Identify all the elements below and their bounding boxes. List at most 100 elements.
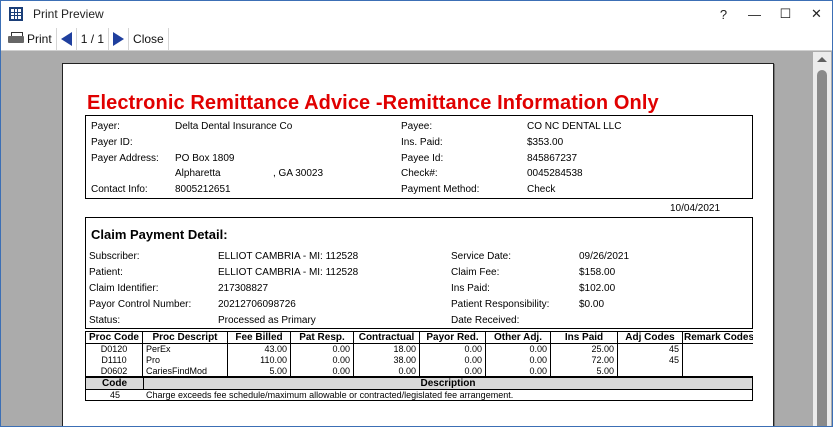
page-indicator: 1 / 1 — [77, 27, 110, 50]
payee-id-label: Payee Id: — [401, 153, 444, 164]
cell-adj-codes — [617, 365, 683, 376]
payer-info-box: Payer: Delta Dental Insurance Co Payer I… — [85, 115, 753, 199]
table-row: D0120 PerEx 43.00 0.00 18.00 0.00 0.00 2… — [85, 343, 753, 355]
payee-id-value: 845867237 — [527, 153, 578, 164]
col-description: Description — [420, 378, 476, 389]
cell-description: Charge exceeds fee schedule/maximum allo… — [146, 390, 514, 400]
col-pat-resp: Pat Resp. — [290, 331, 354, 344]
col-other-adj: Other Adj. — [485, 331, 551, 344]
payor-control-label: Payor Control Number: — [89, 299, 192, 310]
cell-payor-red: 0.00 — [419, 354, 486, 366]
cell-remark-codes — [682, 365, 753, 376]
status-value: Processed as Primary — [218, 315, 316, 326]
payer-label: Payer: — [91, 121, 120, 132]
payment-method-label: Payment Method: — [401, 184, 480, 195]
cell-other-adj: 0.00 — [485, 354, 551, 366]
cell-adj-codes: 45 — [617, 343, 683, 355]
print-button[interactable]: Print — [4, 27, 57, 50]
code-description-header: Code Description — [86, 378, 752, 390]
col-proc-descript: Proc Descript — [142, 331, 228, 344]
cell-contractual: 0.00 — [353, 365, 420, 376]
col-adj-codes: Adj Codes — [617, 331, 683, 344]
report-date: 10/04/2021 — [670, 203, 721, 214]
col-fee-billed: Fee Billed — [227, 331, 291, 344]
arrow-right-icon — [113, 31, 125, 46]
close-window-button[interactable]: ✕ — [801, 1, 832, 27]
window-title: Print Preview — [33, 7, 104, 21]
cell-pat-resp: 0.00 — [290, 365, 354, 376]
cell-ins-paid: 72.00 — [550, 354, 618, 366]
code-description-table: Code Description 45 Charge exceeds fee s… — [85, 377, 753, 401]
cell-proc-code: D0120 — [85, 343, 143, 355]
cell-proc-descript: CariesFindMod — [142, 365, 228, 376]
payer-address-state-zip: , GA 30023 — [273, 168, 324, 179]
claim-ins-paid-value: $102.00 — [579, 283, 616, 294]
date-received-label: Date Received: — [451, 315, 520, 326]
col-payor-red: Payor Red. — [419, 331, 486, 344]
maximize-button[interactable]: ☐ — [770, 1, 801, 27]
arrow-left-icon — [60, 31, 72, 46]
scroll-thumb[interactable] — [817, 70, 827, 426]
previous-page-button[interactable] — [57, 27, 77, 50]
report-title: Electronic Remittance Advice -Remittance… — [87, 92, 659, 114]
check-value: 0045284538 — [527, 168, 583, 179]
subscriber-label: Subscriber: — [89, 251, 140, 262]
payer-address-label: Payer Address: — [91, 153, 159, 164]
col-proc-code: Proc Code — [85, 331, 143, 344]
cell-payor-red: 0.00 — [419, 365, 486, 376]
status-label: Status: — [89, 315, 121, 326]
claim-detail-box: Claim Payment Detail: Subscriber: ELLIOT… — [85, 217, 753, 329]
cell-code: 45 — [109, 390, 120, 400]
claim-identifier-value: 217308827 — [218, 283, 269, 294]
cell-pat-resp: 0.00 — [290, 343, 354, 355]
payer-address-line1: PO Box 1809 — [175, 153, 235, 164]
cell-proc-descript: Pro — [142, 354, 228, 366]
vertical-scrollbar[interactable] — [813, 52, 831, 426]
cell-payor-red: 0.00 — [419, 343, 486, 355]
app-grid-icon — [9, 7, 23, 21]
close-button[interactable]: Close — [129, 27, 169, 50]
claim-identifier-label: Claim Identifier: — [89, 283, 159, 294]
cell-other-adj: 0.00 — [485, 343, 551, 355]
contact-value: 8005212651 — [175, 184, 231, 195]
minimize-button[interactable]: — — [739, 1, 770, 27]
scroll-up-arrow-icon[interactable] — [817, 57, 827, 62]
print-preview-window: Print Preview ? — ☐ ✕ Print 1 / 1 Close … — [0, 0, 833, 427]
service-date-label: Service Date: — [451, 251, 512, 262]
toolbar: Print 1 / 1 Close — [1, 27, 832, 51]
cell-fee-billed: 43.00 — [227, 343, 291, 355]
payment-method-value: Check — [527, 184, 556, 195]
cell-remark-codes — [682, 343, 753, 355]
patient-responsibility-label: Patient Responsibility: — [451, 299, 550, 310]
ins-paid-value: $353.00 — [527, 137, 564, 148]
claim-fee-label: Claim Fee: — [451, 267, 500, 278]
payer-address-city: Alpharetta — [175, 168, 221, 179]
payor-control-value: 20212706098726 — [218, 299, 296, 310]
table-row: D1110 Pro 110.00 0.00 38.00 0.00 0.00 72… — [85, 354, 753, 366]
cell-proc-descript: PerEx — [142, 343, 228, 355]
payee-label: Payee: — [401, 121, 433, 132]
table-row: 45 Charge exceeds fee schedule/maximum a… — [86, 390, 752, 401]
service-date-value: 09/26/2021 — [579, 251, 630, 262]
cell-contractual: 38.00 — [353, 354, 420, 366]
cell-ins-paid: 25.00 — [550, 343, 618, 355]
table-row: D0602 CariesFindMod 5.00 0.00 0.00 0.00 … — [85, 365, 753, 376]
payee-value: CO NC DENTAL LLC — [527, 121, 622, 132]
help-button[interactable]: ? — [708, 1, 739, 27]
cell-fee-billed: 5.00 — [227, 365, 291, 376]
col-remark-codes: Remark Codes — [682, 331, 753, 344]
subscriber-value: ELLIOT CAMBRIA - MI: 112528 — [218, 251, 359, 262]
printer-icon — [8, 32, 24, 45]
cell-pat-resp: 0.00 — [290, 354, 354, 366]
col-contractual: Contractual — [353, 331, 420, 344]
payer-id-label: Payer ID: — [91, 137, 133, 148]
patient-label: Patient: — [89, 267, 123, 278]
claim-section-title: Claim Payment Detail: — [91, 227, 228, 242]
title-bar: Print Preview ? — ☐ ✕ — [1, 1, 832, 27]
cell-remark-codes — [682, 354, 753, 366]
procedure-table: Proc Code Proc Descript Fee Billed Pat R… — [85, 331, 753, 377]
next-page-button[interactable] — [109, 27, 130, 50]
check-label: Check#: — [401, 168, 438, 179]
cell-ins-paid: 5.00 — [550, 365, 618, 376]
contact-label: Contact Info: — [91, 184, 148, 195]
